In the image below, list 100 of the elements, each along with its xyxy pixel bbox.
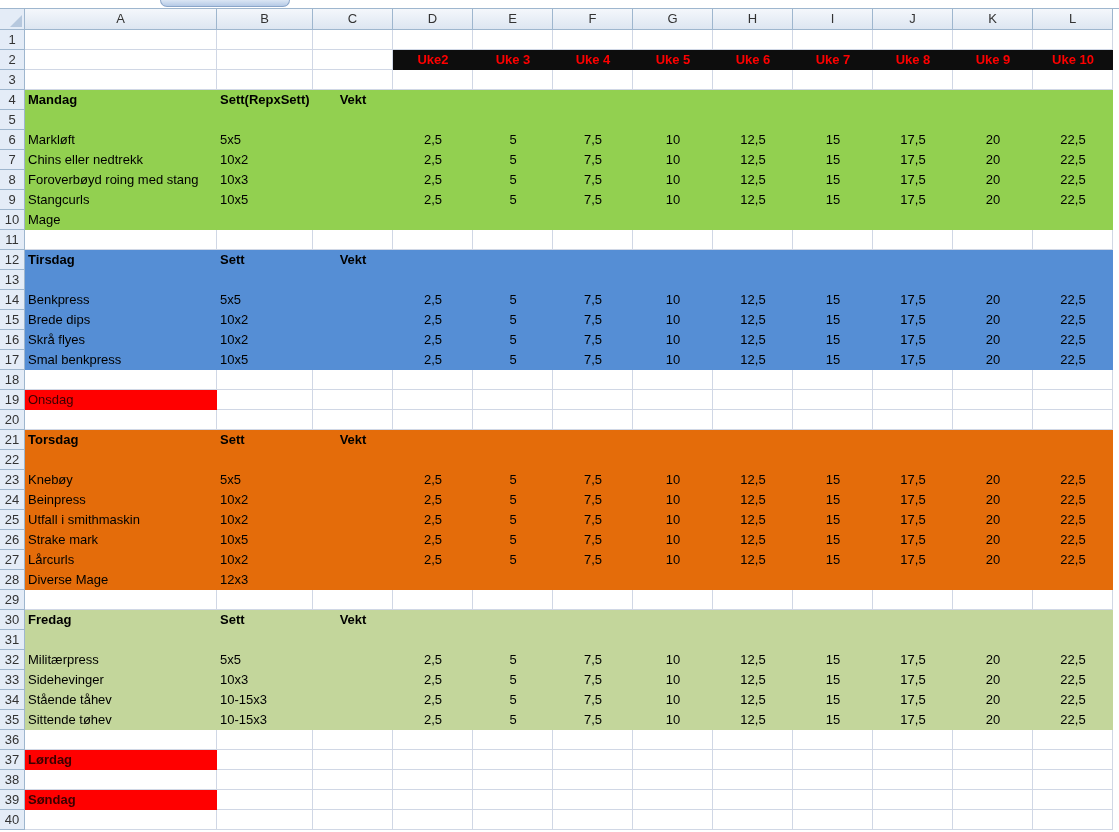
table-cell-text: 2,5: [423, 710, 443, 729]
table-cell-text: 20: [985, 550, 1001, 569]
row-header[interactable]: 23: [0, 470, 25, 490]
table-cell-text: 12,5: [740, 710, 766, 729]
row-header[interactable]: 8: [0, 170, 25, 190]
table-cell-text: 22,5: [1060, 490, 1086, 509]
column-header[interactable]: H: [713, 9, 793, 30]
table-cell-text: 17,5: [900, 170, 926, 189]
row-header[interactable]: 36: [0, 730, 25, 750]
table-cell-text: 2,5: [423, 470, 443, 489]
table-cell-text: 12,5: [740, 690, 766, 709]
table-cell-text: 5: [509, 150, 517, 169]
table-cell-text: 10x2: [220, 150, 249, 169]
table-cell-text: 15: [825, 510, 841, 529]
row-header[interactable]: 10: [0, 210, 25, 230]
row-header[interactable]: 40: [0, 810, 25, 830]
row-header[interactable]: 37: [0, 750, 25, 770]
row-header[interactable]: 38: [0, 770, 25, 790]
row-header[interactable]: 25: [0, 510, 25, 530]
table-cell-text: 17,5: [900, 150, 926, 169]
row-header[interactable]: 4: [0, 90, 25, 110]
table-cell-text: 10: [665, 490, 681, 509]
row-header[interactable]: 29: [0, 590, 25, 610]
table-cell-text: 5x5: [220, 470, 241, 489]
column-header[interactable]: K: [953, 9, 1033, 30]
table-cell-text: 15: [825, 190, 841, 209]
row-header[interactable]: 7: [0, 150, 25, 170]
table-cell-text: 22,5: [1060, 550, 1086, 569]
column-header[interactable]: G: [633, 9, 713, 30]
row-header[interactable]: 27: [0, 550, 25, 570]
row-header[interactable]: 6: [0, 130, 25, 150]
row-header[interactable]: 3: [0, 70, 25, 90]
table-cell-text: Uke 3: [495, 51, 531, 70]
row-header[interactable]: 28: [0, 570, 25, 590]
table-cell-text: 15: [825, 690, 841, 709]
table-cell-text: 12,5: [740, 150, 766, 169]
table-cell-text: Stangcurls: [28, 190, 90, 209]
table-cell-text: 7,5: [583, 670, 603, 689]
column-header[interactable]: F: [553, 9, 633, 30]
table-cell-text: 10: [665, 130, 681, 149]
column-header[interactable]: B: [217, 9, 313, 30]
table-cell-text: 17,5: [900, 490, 926, 509]
table-cell-text: 15: [825, 290, 841, 309]
table-cell-text: 10-15x3: [220, 710, 267, 729]
table-cell-text: 10: [665, 170, 681, 189]
table-cell-text: 10: [665, 710, 681, 729]
table-cell-text: 10x2: [220, 490, 249, 509]
row-header[interactable]: 31: [0, 630, 25, 650]
expand-button[interactable]: [160, 0, 290, 7]
table-cell-text: 20: [985, 150, 1001, 169]
table-cell-text: 7,5: [583, 510, 603, 529]
table-cell-text: 22,5: [1060, 150, 1086, 169]
row-header[interactable]: 11: [0, 230, 25, 250]
table-cell-text: 22,5: [1060, 290, 1086, 309]
table-cell-text: Fredag: [28, 610, 72, 629]
table-cell-text: 20: [985, 170, 1001, 189]
table-cell-text: 22,5: [1060, 330, 1086, 349]
row-header[interactable]: 21: [0, 430, 25, 450]
column-header[interactable]: D: [393, 9, 473, 30]
row-header[interactable]: 15: [0, 310, 25, 330]
row-header[interactable]: 22: [0, 450, 25, 470]
column-header[interactable]: I: [793, 9, 873, 30]
table-cell-text: Foroverbøyd roing med stang: [28, 170, 199, 189]
table-cell-text: 12,5: [740, 330, 766, 349]
table-cell-text: Mandag: [28, 90, 78, 109]
table-cell-text: Smal benkpress: [28, 350, 122, 369]
row-header[interactable]: 1: [0, 30, 25, 50]
row-header[interactable]: 26: [0, 530, 25, 550]
row-header[interactable]: 35: [0, 710, 25, 730]
table-cell-text: Skrå flyes: [28, 330, 86, 349]
row-header[interactable]: 13: [0, 270, 25, 290]
table-cell-text: 12,5: [740, 550, 766, 569]
row-header[interactable]: 30: [0, 610, 25, 630]
table-cell-text: Sett(RepxSett): [220, 90, 310, 109]
select-all-button[interactable]: [0, 9, 25, 30]
row-header[interactable]: 12: [0, 250, 25, 270]
row-header[interactable]: 2: [0, 50, 25, 70]
row-header[interactable]: 20: [0, 410, 25, 430]
table-cell-text: 10x2: [220, 550, 249, 569]
column-header[interactable]: E: [473, 9, 553, 30]
column-header[interactable]: C: [313, 9, 393, 30]
row-header[interactable]: 18: [0, 370, 25, 390]
table-cell-text: 12x3: [220, 570, 249, 589]
table-cell-text: 5: [509, 170, 517, 189]
row-header[interactable]: 32: [0, 650, 25, 670]
row-header[interactable]: 16: [0, 330, 25, 350]
row-header[interactable]: 24: [0, 490, 25, 510]
row-header[interactable]: 34: [0, 690, 25, 710]
table-cell-text: Brede dips: [28, 310, 91, 329]
column-header[interactable]: J: [873, 9, 953, 30]
row-header[interactable]: 14: [0, 290, 25, 310]
table-cell-text: 2,5: [423, 130, 443, 149]
row-header[interactable]: 39: [0, 790, 25, 810]
row-header[interactable]: 9: [0, 190, 25, 210]
column-header[interactable]: A: [25, 9, 217, 30]
row-header[interactable]: 17: [0, 350, 25, 370]
row-header[interactable]: 5: [0, 110, 25, 130]
row-header[interactable]: 19: [0, 390, 25, 410]
row-header[interactable]: 33: [0, 670, 25, 690]
column-header[interactable]: L: [1033, 9, 1113, 30]
